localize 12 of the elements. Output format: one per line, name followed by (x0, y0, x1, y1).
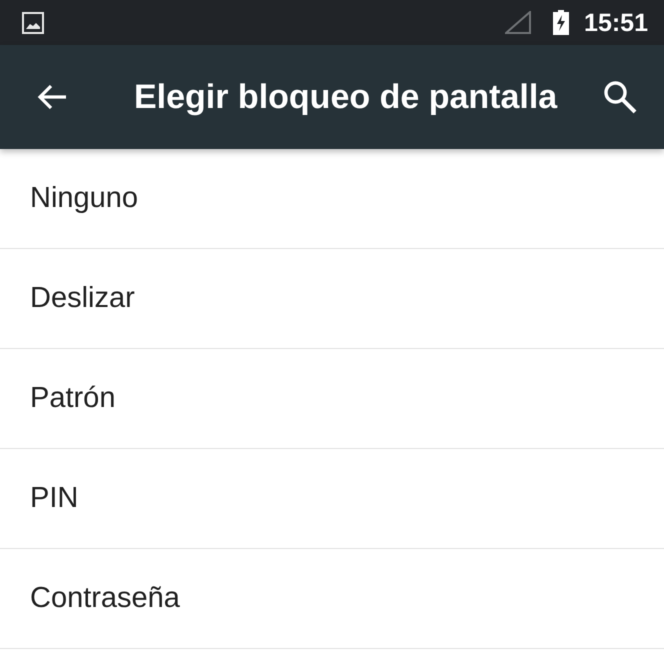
toolbar-title: Elegir bloqueo de pantalla (134, 77, 558, 118)
back-arrow-icon[interactable] (37, 84, 67, 110)
signal-icon (505, 11, 532, 34)
status-time: 15:51 (584, 8, 648, 38)
lock-option[interactable]: Contraseña (0, 549, 664, 649)
battery-charging-icon (553, 10, 570, 35)
lock-option[interactable]: PIN (0, 449, 664, 549)
lock-option[interactable]: Deslizar (0, 249, 664, 349)
lock-option[interactable]: Patrón (0, 349, 664, 449)
search-icon[interactable] (603, 80, 637, 114)
lock-option[interactable]: Ninguno (0, 149, 664, 249)
image-icon (22, 12, 44, 34)
